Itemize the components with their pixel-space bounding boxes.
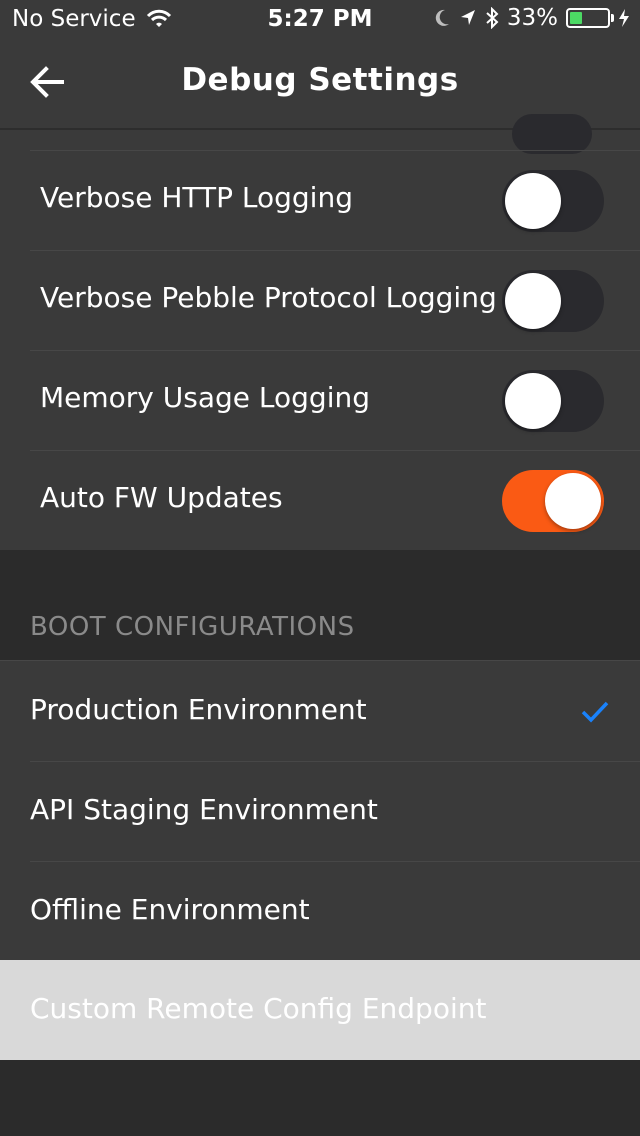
- auto-fw-updates-toggle[interactable]: [502, 470, 604, 532]
- toggle-knob: [505, 173, 561, 229]
- boot-option-offline[interactable]: Offline Environment: [0, 861, 640, 961]
- verbose-pebble-protocol-toggle[interactable]: [502, 270, 604, 332]
- debug-toggles-section: Verbose HTTP Logging Verbose Pebble Prot…: [0, 114, 640, 550]
- toggle-knob: [505, 273, 561, 329]
- toggle-row-verbose-http: Verbose HTTP Logging: [30, 150, 640, 250]
- boot-option-label: API Staging Environment: [30, 793, 378, 826]
- toggle-label: Auto FW Updates: [40, 481, 283, 514]
- status-right: 33%: [433, 5, 630, 31]
- custom-remote-config-endpoint-row[interactable]: Custom Remote Config Endpoint: [0, 960, 640, 1060]
- battery-percent: 33%: [506, 5, 558, 31]
- toggle-label: Verbose HTTP Logging: [40, 181, 353, 214]
- battery-fill: [570, 12, 582, 24]
- boot-option-production[interactable]: Production Environment: [0, 661, 640, 761]
- page-title: Debug Settings: [181, 62, 459, 98]
- partial-toggle-above: [512, 114, 592, 154]
- toggle-row-auto-fw: Auto FW Updates: [30, 450, 640, 550]
- custom-endpoint-label: Custom Remote Config Endpoint: [30, 992, 487, 1025]
- toggle-row-verbose-pebble: Verbose Pebble Protocol Logging: [30, 250, 640, 350]
- toggle-label: Memory Usage Logging: [40, 381, 370, 414]
- verbose-http-toggle[interactable]: [502, 170, 604, 232]
- boot-option-label: Production Environment: [30, 693, 367, 726]
- charging-bolt-icon: [619, 9, 629, 27]
- checkmark-icon: [581, 701, 609, 723]
- moon-icon: [435, 9, 449, 26]
- boot-configurations-list: Production Environment API Staging Envir…: [0, 660, 640, 961]
- boot-option-label: Offline Environment: [30, 893, 310, 926]
- boot-configurations-header: BOOT CONFIGURATIONS: [30, 612, 355, 642]
- status-bar: No Service 5:27 PM 33%: [0, 0, 640, 40]
- toggle-row-memory-usage: Memory Usage Logging: [30, 350, 640, 450]
- bluetooth-icon: [486, 7, 499, 29]
- location-arrow-icon: [460, 10, 475, 25]
- boot-option-api-staging[interactable]: API Staging Environment: [0, 761, 640, 861]
- toggle-knob: [545, 473, 601, 529]
- battery-icon: [566, 8, 614, 28]
- toggle-label: Verbose Pebble Protocol Logging: [40, 281, 497, 314]
- memory-usage-toggle[interactable]: [502, 370, 604, 432]
- toggle-knob: [505, 373, 561, 429]
